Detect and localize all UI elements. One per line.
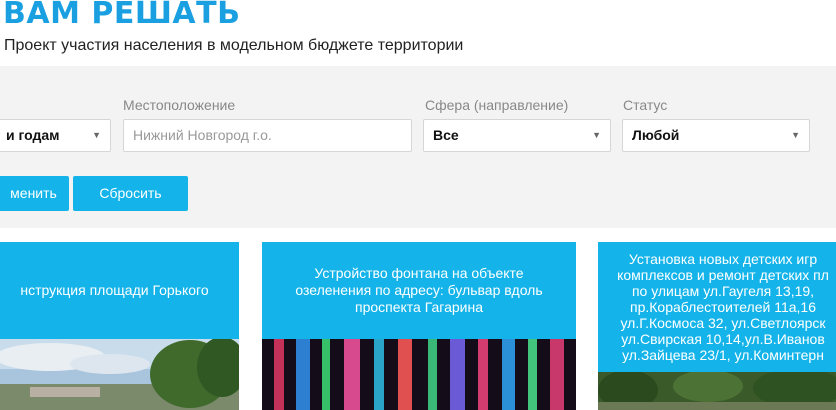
year-select-value: и годам — [6, 127, 60, 143]
apply-button[interactable]: менить — [0, 176, 69, 211]
sphere-label: Сфера (направление) — [425, 97, 569, 113]
card-title: Устройство фонтана на объекте озеленения… — [295, 265, 543, 315]
location-placeholder: Нижний Новгород г.о. — [133, 127, 272, 143]
location-input[interactable]: Нижний Новгород г.о. — [123, 119, 412, 152]
page-header: ВАМ РЕШАТЬ Проект участия населения в мо… — [0, 0, 836, 66]
reset-button[interactable]: Сбросить — [73, 176, 188, 211]
status-label: Статус — [623, 97, 668, 113]
sphere-select[interactable]: Все ▼ — [423, 119, 611, 152]
filter-panel: и годам ▼ Местоположение Нижний Новгород… — [0, 66, 836, 228]
location-label: Местоположение — [123, 97, 236, 113]
project-card[interactable]: нструкция площади Горького — [0, 242, 239, 410]
card-title: Установка новых детских игр комплексов и… — [617, 251, 829, 363]
sphere-select-value: Все — [433, 127, 459, 143]
status-select[interactable]: Любой ▼ — [622, 119, 810, 152]
page-title: ВАМ РЕШАТЬ — [3, 0, 241, 31]
caret-down-icon: ▼ — [92, 130, 101, 140]
card-image — [0, 339, 239, 410]
page-subtitle: Проект участия населения в модельном бюд… — [4, 37, 464, 54]
status-select-value: Любой — [632, 127, 680, 143]
project-card[interactable]: Установка новых детских игр комплексов и… — [598, 242, 836, 410]
project-card[interactable]: Устройство фонтана на объекте озеленения… — [262, 242, 576, 410]
card-image — [598, 372, 836, 410]
caret-down-icon: ▼ — [791, 130, 800, 140]
caret-down-icon: ▼ — [592, 130, 601, 140]
year-select[interactable]: и годам ▼ — [0, 119, 111, 152]
card-title: нструкция площади Горького — [20, 282, 209, 298]
card-image — [262, 339, 576, 410]
